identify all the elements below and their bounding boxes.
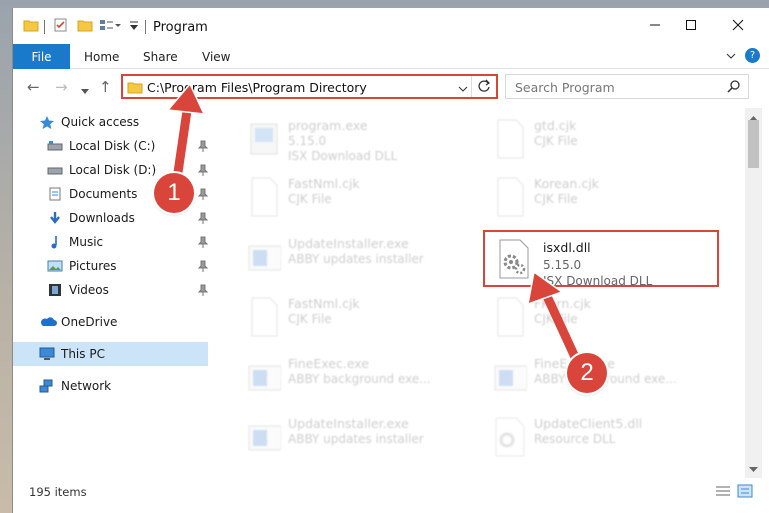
step-1-callout: 1 — [154, 173, 194, 213]
step-2-callout: 2 — [567, 353, 607, 393]
annotation-arrows — [166, 82, 585, 373]
